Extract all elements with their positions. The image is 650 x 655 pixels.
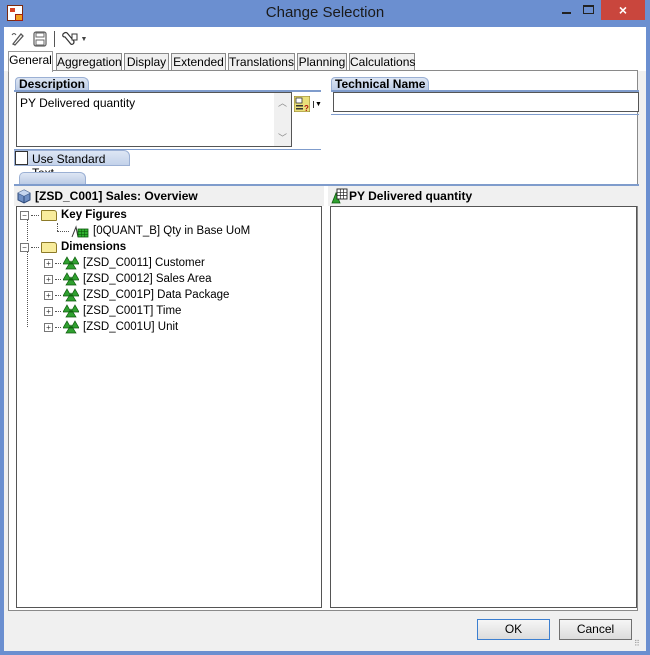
text-lookup-button[interactable]: ? ▼	[294, 95, 324, 113]
dimension-icon	[63, 320, 79, 334]
folder-open-icon	[41, 241, 57, 253]
window-title: Change Selection	[265, 4, 385, 21]
tree-connector	[55, 310, 61, 312]
minimize-button[interactable]	[562, 12, 571, 14]
svg-text:?: ?	[304, 104, 309, 112]
tab-aggregation[interactable]: Aggregation	[56, 53, 122, 71]
save-button[interactable]	[32, 30, 48, 48]
tab-general[interactable]: General	[8, 51, 53, 72]
tree-node-key-figures[interactable]: − Key Figures	[20, 207, 127, 223]
dimension-icon	[63, 288, 79, 302]
chevron-down-icon: ▼	[313, 100, 322, 108]
use-standard-text-group: Use Standard Text	[14, 150, 130, 180]
maximize-button[interactable]	[583, 5, 594, 14]
tree-node-label: [ZSD_C001T] Time	[83, 305, 182, 317]
save-icon	[33, 31, 47, 47]
infocube-icon	[17, 189, 31, 204]
expand-icon[interactable]: +	[44, 322, 53, 332]
edit-button[interactable]	[9, 30, 27, 48]
selection-header: PY Delivered quantity	[328, 186, 639, 206]
scroll-down-icon[interactable]: ﹀	[278, 131, 287, 144]
chevron-down-icon: ▼	[80, 35, 88, 43]
tools-dropdown-button[interactable]: ▼	[59, 30, 89, 48]
tools-wrench-icon	[61, 31, 78, 45]
tree-node-label: Dimensions	[61, 241, 127, 253]
technical-name-label: Technical Name	[331, 77, 430, 91]
description-textarea[interactable]: PY Delivered quantity ︿ ﹀	[16, 92, 292, 147]
selection-title: PY Delivered quantity	[349, 189, 473, 203]
tree-connector	[55, 326, 61, 328]
tab-strip: General Aggregation Display Extended Tra…	[4, 51, 646, 72]
tree-connector	[31, 246, 39, 248]
tree-node-dimensions[interactable]: − Dimensions	[20, 239, 126, 255]
dimension-icon	[63, 272, 79, 286]
tree-node-label: [ZSD_C001U] Unit	[83, 321, 179, 333]
tab-display[interactable]: Display	[124, 53, 169, 71]
close-button[interactable]: ×	[601, 0, 645, 20]
ok-button[interactable]: OK	[477, 619, 550, 640]
description-value: PY Delivered quantity	[20, 96, 136, 110]
tree-node-dimension[interactable]: + [ZSD_C001T] Time	[44, 303, 181, 319]
tree-node-label: [ZSD_C0011] Customer	[83, 257, 205, 269]
expand-icon[interactable]: +	[44, 258, 53, 268]
tab-calculations[interactable]: Calculations	[349, 53, 415, 71]
resize-grip-icon[interactable]: ⠿	[634, 639, 644, 649]
text-lookup-icon: ?	[294, 96, 310, 112]
toolbar-separator	[54, 31, 55, 47]
expand-icon[interactable]: +	[44, 274, 53, 284]
tab-extended[interactable]: Extended	[171, 53, 226, 71]
expand-icon[interactable]: +	[44, 290, 53, 300]
tree-node-dimension[interactable]: + [ZSD_C0011] Customer	[44, 255, 205, 271]
selection-area[interactable]	[330, 206, 637, 608]
restricted-key-figure-icon	[331, 188, 348, 204]
tree-connector	[55, 262, 61, 264]
tab-translations[interactable]: Translations	[228, 53, 295, 71]
general-tab-page: Description PY Delivered quantity ︿ ﹀ ? …	[8, 70, 639, 612]
cancel-button[interactable]: Cancel	[559, 619, 632, 640]
close-icon: ×	[618, 2, 628, 18]
collapse-icon[interactable]: −	[20, 210, 29, 220]
tree-connector	[31, 214, 39, 216]
technical-name-input[interactable]	[333, 92, 639, 112]
tree-connector	[57, 230, 69, 232]
infoprovider-title: [ZSD_C001] Sales: Overview	[35, 189, 198, 203]
description-scrollbar[interactable]: ︿ ﹀	[274, 93, 291, 146]
tree-connector	[27, 251, 28, 327]
technical-name-bottom-line	[331, 114, 639, 115]
tree-node-label: [0QUANT_B] Qty in Base UoM	[93, 225, 251, 237]
tree-node-label: [ZSD_C0012] Sales Area	[83, 273, 212, 285]
dimension-icon	[63, 256, 79, 270]
expand-icon[interactable]: +	[44, 306, 53, 316]
edit-pencil-icon	[11, 33, 24, 46]
tree-node-key-figure[interactable]: [0QUANT_B] Qty in Base UoM	[57, 223, 250, 239]
use-standard-text-checkbox[interactable]	[15, 151, 28, 165]
toolbar: ▼	[4, 27, 646, 51]
key-figure-icon	[71, 224, 89, 237]
tree-connector	[55, 294, 61, 296]
scroll-up-icon[interactable]: ︿	[278, 96, 287, 109]
tree-node-label: Key Figures	[61, 209, 127, 221]
infoprovider-header: [ZSD_C001] Sales: Overview	[14, 186, 324, 206]
tree-node-dimension[interactable]: + [ZSD_C0012] Sales Area	[44, 271, 212, 287]
tree-node-dimension[interactable]: + [ZSD_C001P] Data Package	[44, 287, 229, 303]
selection-panel: PY Delivered quantity	[328, 186, 639, 612]
dimension-icon	[63, 304, 79, 318]
collapse-icon[interactable]: −	[20, 242, 29, 252]
dialog-client: ▼ General Aggregation Display Extended T…	[4, 27, 646, 651]
folder-open-icon	[41, 209, 57, 221]
infoprovider-panel: [ZSD_C001] Sales: Overview − Key Figures	[14, 186, 324, 612]
tab-planning[interactable]: Planning	[297, 53, 347, 71]
tree-node-dimension[interactable]: + [ZSD_C001U] Unit	[44, 319, 178, 335]
title-bar: Change Selection ×	[0, 0, 650, 27]
infoprovider-tree[interactable]: − Key Figures [0QUANT_B] Qty in Base UoM	[16, 206, 322, 608]
description-label: Description	[15, 77, 90, 91]
tree-connector	[55, 278, 61, 280]
tree-node-label: [ZSD_C001P] Data Package	[83, 289, 230, 301]
